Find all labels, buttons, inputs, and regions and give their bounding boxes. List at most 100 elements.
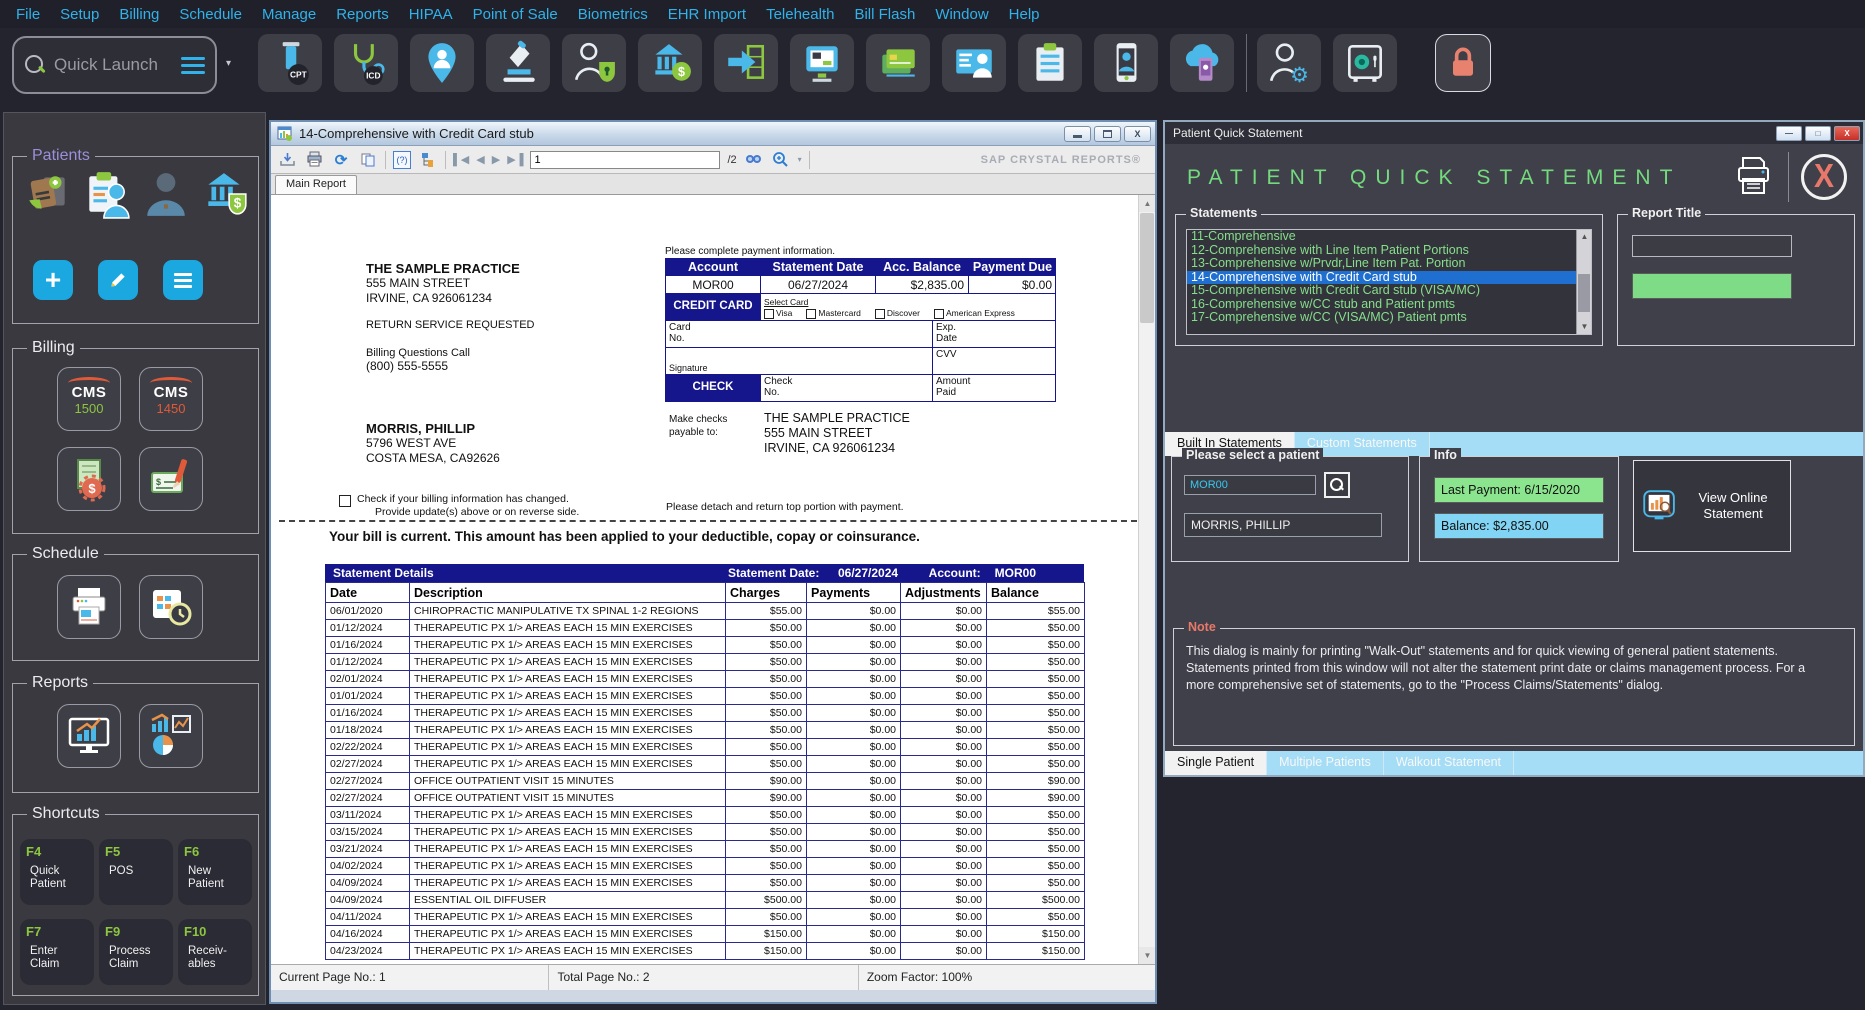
last-page-button[interactable]: ▶▐: [507, 153, 523, 166]
bank-deposits-button[interactable]: $: [638, 34, 702, 92]
view-online-statement-button[interactable]: View Online Statement: [1633, 460, 1791, 552]
payments-button[interactable]: [866, 34, 930, 92]
user-settings-button[interactable]: ⚙: [1257, 34, 1321, 92]
report-title-input[interactable]: [1632, 235, 1792, 257]
menu-item[interactable]: Point of Sale: [463, 2, 568, 27]
cms-1450-button[interactable]: CMS 1450: [139, 367, 203, 431]
statements-scrollbar[interactable]: ▲ ▼: [1576, 230, 1591, 334]
statement-list-item[interactable]: 11-Comprehensive: [1187, 230, 1591, 244]
menu-item[interactable]: Schedule: [169, 2, 252, 27]
statement-list-item[interactable]: 13-Comprehensive w/Prvdr,Line Item Pat. …: [1187, 257, 1591, 271]
statements-listbox[interactable]: 11-Comprehensive12-Comprehensive with Li…: [1186, 229, 1592, 335]
statement-mode-tab[interactable]: Single Patient: [1165, 751, 1267, 775]
zoom-button[interactable]: [771, 150, 791, 170]
statement-list-item[interactable]: 17-Comprehensive w/CC (VISA/MC) Patient …: [1187, 311, 1591, 325]
menu-item[interactable]: Window: [925, 2, 998, 27]
menu-item[interactable]: Billing: [109, 2, 169, 27]
qs-dialog-close-button[interactable]: X: [1801, 154, 1847, 200]
print-report-button[interactable]: [304, 150, 324, 170]
edit-patient-button[interactable]: [98, 260, 138, 300]
menu-item[interactable]: File: [6, 2, 50, 27]
icd-codes-button[interactable]: ICD: [334, 34, 398, 92]
qs-minimize-button[interactable]: —: [1776, 126, 1802, 141]
statement-list-item[interactable]: 15-Comprehensive with Credit Card stub (…: [1187, 284, 1591, 298]
data-import-button[interactable]: [714, 34, 778, 92]
zoom-caret-icon[interactable]: ▾: [798, 155, 802, 164]
shortcut-tile[interactable]: F6 New Patient: [178, 839, 252, 905]
telehealth-mobile-button[interactable]: [1094, 34, 1158, 92]
first-page-button[interactable]: ▌◀: [453, 153, 469, 166]
menu-item[interactable]: Manage: [252, 2, 326, 27]
patient-cards-icon[interactable]: [23, 169, 73, 224]
scroll-up-icon[interactable]: ▲: [1577, 230, 1592, 244]
shortcut-tile[interactable]: F9 Process Claim: [99, 919, 173, 985]
menu-item[interactable]: Biometrics: [568, 2, 658, 27]
toggle-parameter-panel-button[interactable]: (?): [393, 151, 411, 169]
statement-list-item[interactable]: 16-Comprehensive w/CC stub and Patient p…: [1187, 298, 1591, 312]
patient-code-input[interactable]: [1184, 475, 1316, 495]
qs-titlebar[interactable]: Patient Quick Statement — □ X: [1165, 122, 1863, 144]
menu-item[interactable]: EHR Import: [658, 2, 756, 27]
process-statements-button[interactable]: $: [57, 447, 121, 511]
scroll-down-icon[interactable]: ▼: [1577, 320, 1592, 334]
workstation-button[interactable]: [790, 34, 854, 92]
tab-main-report[interactable]: Main Report: [275, 175, 357, 194]
print-schedule-button[interactable]: [57, 575, 121, 639]
refresh-report-button[interactable]: ⟳: [331, 150, 351, 170]
page-number-input[interactable]: [530, 151, 720, 169]
report-window-titlebar[interactable]: 14-Comprehensive with Credit Card stub X: [271, 122, 1155, 146]
menu-item[interactable]: Telehealth: [756, 2, 844, 27]
write-checks-button[interactable]: $: [139, 447, 203, 511]
group-tree-button[interactable]: [418, 150, 438, 170]
scroll-down-icon[interactable]: ▼: [1139, 947, 1155, 964]
next-page-button[interactable]: ▶: [492, 153, 500, 166]
lab-tests-button[interactable]: [486, 34, 550, 92]
quick-launch-box[interactable]: Quick Launch: [12, 36, 217, 94]
patient-list-button[interactable]: [163, 260, 203, 300]
patient-billing-icon[interactable]: $: [200, 169, 250, 224]
menu-item[interactable]: Help: [999, 2, 1050, 27]
export-report-button[interactable]: [277, 150, 297, 170]
report-scrollbar[interactable]: ▲ ▼: [1138, 195, 1155, 964]
statement-list-item[interactable]: 12-Comprehensive with Line Item Patient …: [1187, 244, 1591, 258]
report-viewer-button[interactable]: [57, 704, 121, 768]
provider-locator-button[interactable]: [410, 34, 474, 92]
lock-session-button[interactable]: [1435, 34, 1491, 92]
shortcut-tile[interactable]: F10 Receiv- ables: [178, 919, 252, 985]
statement-mode-tab[interactable]: Multiple Patients: [1267, 751, 1384, 775]
patient-chart-icon[interactable]: [82, 169, 132, 224]
copy-button[interactable]: [358, 150, 378, 170]
scroll-thumb[interactable]: [1140, 213, 1154, 323]
cms-1500-button[interactable]: CMS 1500: [57, 367, 121, 431]
close-button[interactable]: X: [1124, 126, 1151, 142]
add-patient-button[interactable]: +: [33, 260, 73, 300]
patient-security-button[interactable]: [562, 34, 626, 92]
patient-search-button[interactable]: [1324, 472, 1350, 498]
menu-item[interactable]: Setup: [50, 2, 109, 27]
find-text-button[interactable]: [744, 150, 764, 170]
report-title-color-swatch[interactable]: [1632, 273, 1792, 299]
analytics-button[interactable]: [139, 704, 203, 768]
restore-button[interactable]: [1094, 126, 1121, 142]
menu-item[interactable]: HIPAA: [399, 2, 463, 27]
print-statement-button[interactable]: [1731, 154, 1775, 198]
appointments-button[interactable]: [139, 575, 203, 639]
quick-launch-caret-icon[interactable]: ▾: [226, 58, 231, 69]
shortcut-tile[interactable]: F4 Quick Patient: [20, 839, 94, 905]
data-vault-button[interactable]: [1333, 34, 1397, 92]
cloud-mobile-sync-button[interactable]: [1170, 34, 1234, 92]
prev-page-button[interactable]: ◀: [476, 153, 484, 166]
shortcut-tile[interactable]: F5 POS: [99, 839, 173, 905]
patient-icon[interactable]: [141, 169, 191, 224]
scroll-thumb[interactable]: [1578, 274, 1590, 312]
qs-restore-button[interactable]: □: [1805, 126, 1831, 141]
menu-item[interactable]: Bill Flash: [844, 2, 925, 27]
cpt-codes-button[interactable]: CPT: [258, 34, 322, 92]
shortcut-tile[interactable]: F7 Enter Claim: [20, 919, 94, 985]
menu-item[interactable]: Reports: [326, 2, 399, 27]
patient-id-card-button[interactable]: [942, 34, 1006, 92]
tasks-checklist-button[interactable]: [1018, 34, 1082, 92]
scroll-up-icon[interactable]: ▲: [1139, 195, 1155, 212]
statement-list-item[interactable]: 14-Comprehensive with Credit Card stub: [1187, 271, 1591, 285]
statement-mode-tab[interactable]: Walkout Statement: [1384, 751, 1514, 775]
